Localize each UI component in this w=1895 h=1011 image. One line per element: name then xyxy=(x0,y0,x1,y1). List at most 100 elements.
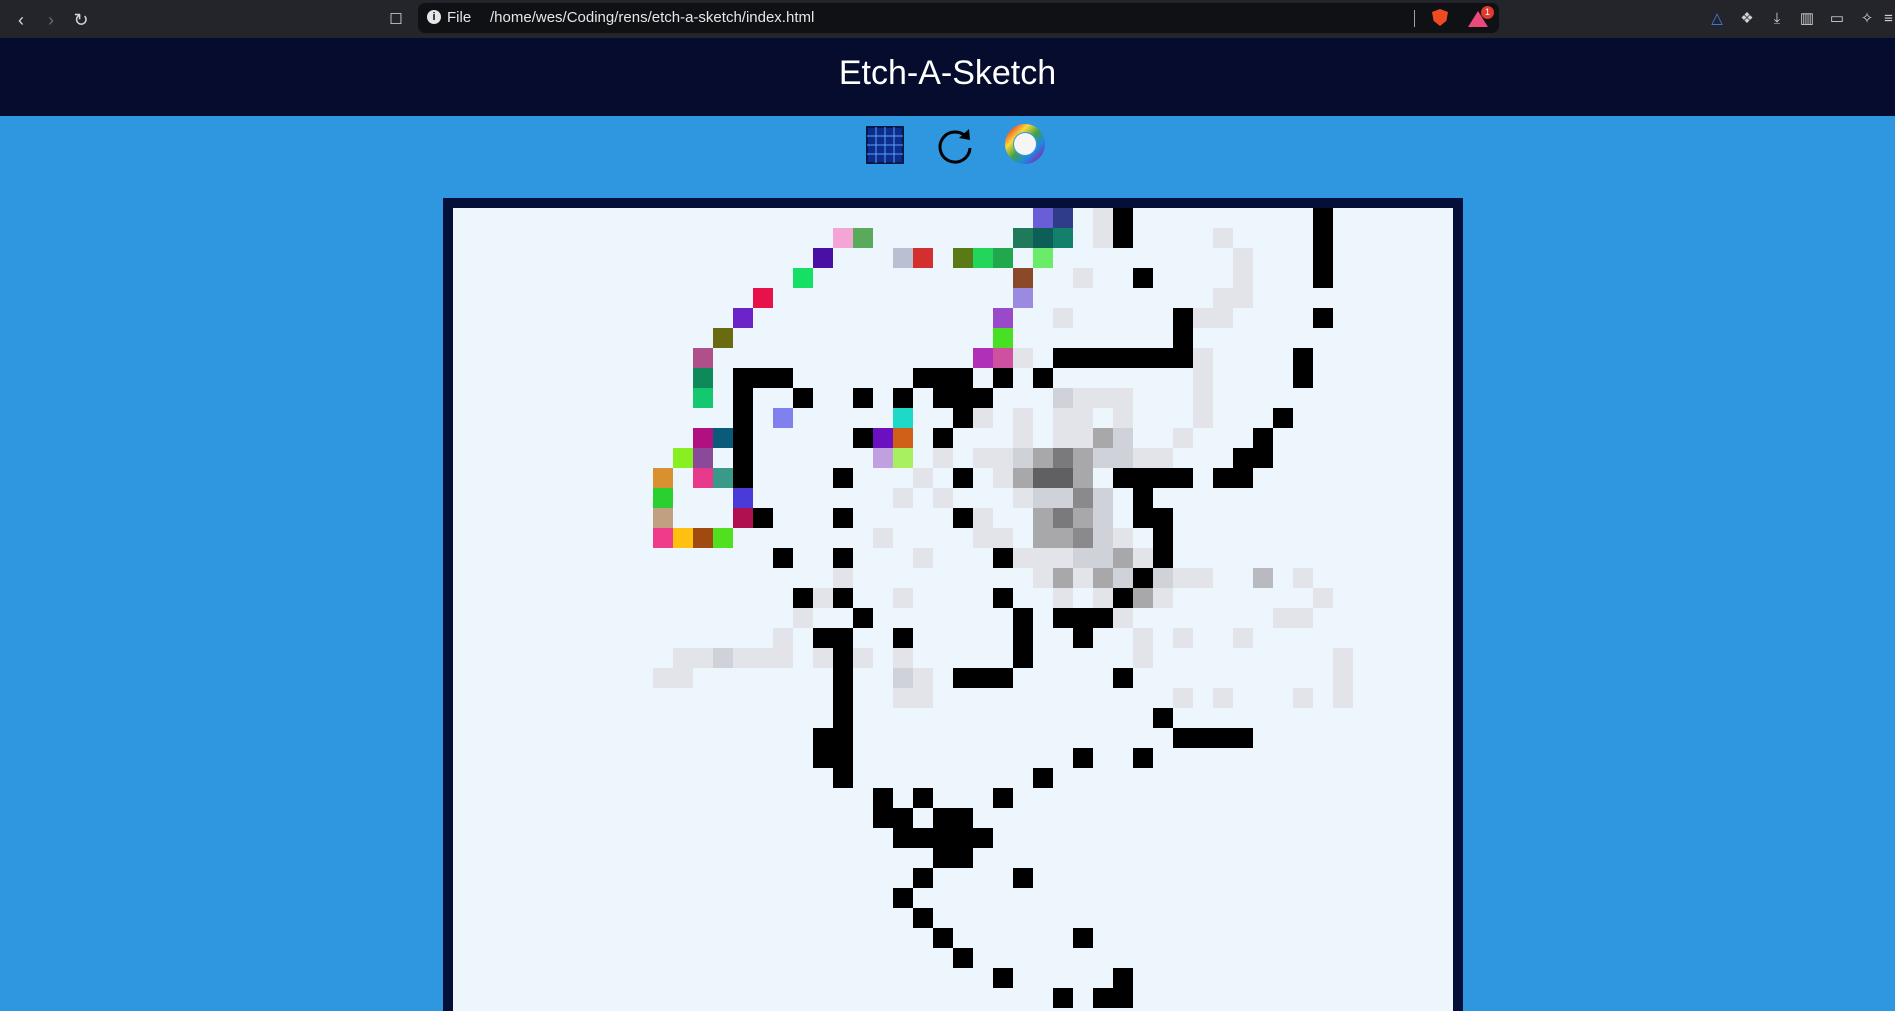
grid-cell[interactable] xyxy=(1153,588,1173,608)
grid-cell[interactable] xyxy=(1153,528,1173,548)
grid-cell[interactable] xyxy=(793,588,813,608)
grid-cell[interactable] xyxy=(1093,588,1113,608)
grid-cell[interactable] xyxy=(853,228,873,248)
grid-cell[interactable] xyxy=(973,508,993,528)
grid-cell[interactable] xyxy=(1193,568,1213,588)
grid-cell[interactable] xyxy=(833,668,853,688)
grid-cell[interactable] xyxy=(1233,728,1253,748)
grid-cell[interactable] xyxy=(893,888,913,908)
grid-cell[interactable] xyxy=(1333,668,1353,688)
grid-cell[interactable] xyxy=(1133,448,1153,468)
grid-cell[interactable] xyxy=(713,468,733,488)
grid-cell[interactable] xyxy=(993,328,1013,348)
grid-cell[interactable] xyxy=(933,488,953,508)
grid-cell[interactable] xyxy=(653,528,673,548)
grid-cell[interactable] xyxy=(1313,588,1333,608)
grid-cell[interactable] xyxy=(993,248,1013,268)
grid-cell[interactable] xyxy=(1113,388,1133,408)
grid-cell[interactable] xyxy=(1113,428,1133,448)
sketch-board[interactable] xyxy=(453,208,1453,1011)
grid-cell[interactable] xyxy=(913,248,933,268)
site-info-icon[interactable]: i xyxy=(427,10,441,24)
grid-cell[interactable] xyxy=(1233,268,1253,288)
grid-cell[interactable] xyxy=(953,408,973,428)
grid-cell[interactable] xyxy=(1333,688,1353,708)
grid-cell[interactable] xyxy=(1073,488,1093,508)
grid-cell[interactable] xyxy=(1053,508,1073,528)
grid-cell[interactable] xyxy=(1053,608,1073,628)
grid-cell[interactable] xyxy=(693,368,713,388)
grid-cell[interactable] xyxy=(893,408,913,428)
grid-cell[interactable] xyxy=(773,368,793,388)
grid-size-button[interactable] xyxy=(866,126,904,164)
grid-cell[interactable] xyxy=(893,628,913,648)
grid-cell[interactable] xyxy=(753,508,773,528)
grid-cell[interactable] xyxy=(1233,288,1253,308)
grid-cell[interactable] xyxy=(1173,468,1193,488)
grid-cell[interactable] xyxy=(933,828,953,848)
grid-cell[interactable] xyxy=(1173,628,1193,648)
grid-cell[interactable] xyxy=(953,368,973,388)
grid-cell[interactable] xyxy=(1073,608,1093,628)
grid-cell[interactable] xyxy=(893,668,913,688)
grid-cell[interactable] xyxy=(1093,448,1113,468)
grid-cell[interactable] xyxy=(1233,248,1253,268)
leo-ai-icon[interactable]: ✧ xyxy=(1857,10,1877,28)
grid-cell[interactable] xyxy=(833,768,853,788)
grid-cell[interactable] xyxy=(1013,408,1033,428)
grid-cell[interactable] xyxy=(1053,208,1073,228)
grid-cell[interactable] xyxy=(1173,728,1193,748)
grid-cell[interactable] xyxy=(653,508,673,528)
grid-cell[interactable] xyxy=(1173,428,1193,448)
grid-cell[interactable] xyxy=(1133,488,1153,508)
grid-cell[interactable] xyxy=(1013,428,1033,448)
grid-cell[interactable] xyxy=(693,348,713,368)
grid-cell[interactable] xyxy=(993,668,1013,688)
grid-cell[interactable] xyxy=(1113,568,1133,588)
grid-cell[interactable] xyxy=(953,468,973,488)
grid-cell[interactable] xyxy=(793,268,813,288)
grid-cell[interactable] xyxy=(1133,568,1153,588)
grid-cell[interactable] xyxy=(953,948,973,968)
grid-cell[interactable] xyxy=(793,608,813,628)
grid-cell[interactable] xyxy=(1073,528,1093,548)
grid-cell[interactable] xyxy=(1233,448,1253,468)
grid-cell[interactable] xyxy=(1193,728,1213,748)
grid-cell[interactable] xyxy=(1073,748,1093,768)
grid-cell[interactable] xyxy=(1113,468,1133,488)
grid-cell[interactable] xyxy=(1313,268,1333,288)
grid-cell[interactable] xyxy=(973,388,993,408)
grid-cell[interactable] xyxy=(693,528,713,548)
grid-cell[interactable] xyxy=(953,808,973,828)
grid-cell[interactable] xyxy=(733,508,753,528)
grid-cell[interactable] xyxy=(1033,768,1053,788)
grid-cell[interactable] xyxy=(873,448,893,468)
grid-cell[interactable] xyxy=(673,448,693,468)
grid-cell[interactable] xyxy=(1013,548,1033,568)
grid-cell[interactable] xyxy=(833,228,853,248)
address-bar[interactable]: i File /home/wes/Coding/rens/etch-a-sket… xyxy=(418,3,1499,33)
grid-cell[interactable] xyxy=(1193,368,1213,388)
grid-cell[interactable] xyxy=(1033,528,1053,548)
grid-cell[interactable] xyxy=(973,528,993,548)
grid-cell[interactable] xyxy=(1133,588,1153,608)
grid-cell[interactable] xyxy=(753,288,773,308)
grid-cell[interactable] xyxy=(913,828,933,848)
grid-cell[interactable] xyxy=(1293,368,1313,388)
grid-cell[interactable] xyxy=(1053,588,1073,608)
grid-cell[interactable] xyxy=(973,448,993,468)
grid-cell[interactable] xyxy=(993,448,1013,468)
grid-cell[interactable] xyxy=(1233,628,1253,648)
grid-cell[interactable] xyxy=(693,448,713,468)
grid-cell[interactable] xyxy=(853,608,873,628)
grid-cell[interactable] xyxy=(813,648,833,668)
grid-cell[interactable] xyxy=(653,488,673,508)
grid-cell[interactable] xyxy=(693,428,713,448)
forward-icon[interactable]: › xyxy=(40,9,62,31)
grid-cell[interactable] xyxy=(913,548,933,568)
grid-cell[interactable] xyxy=(913,788,933,808)
grid-cell[interactable] xyxy=(1213,228,1233,248)
grid-cell[interactable] xyxy=(1093,208,1113,228)
grid-cell[interactable] xyxy=(673,668,693,688)
grid-cell[interactable] xyxy=(993,308,1013,328)
